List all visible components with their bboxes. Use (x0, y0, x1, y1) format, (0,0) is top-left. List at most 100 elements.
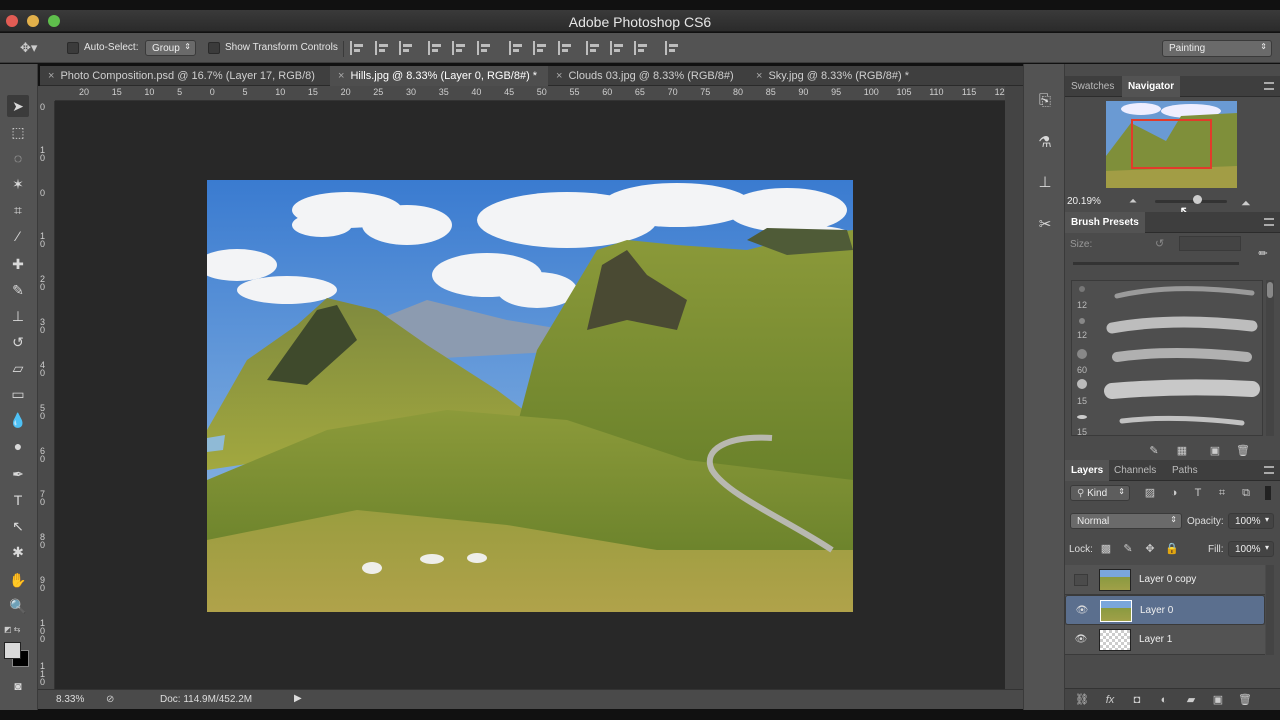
brush-settings-icon[interactable]: ✏ (1255, 246, 1271, 262)
blur-tool-icon[interactable]: 💧 (7, 409, 29, 431)
filter-smart-object-icon[interactable]: ⧉ (1239, 486, 1253, 500)
tab-layers[interactable]: Layers (1065, 460, 1110, 481)
ruler-origin[interactable] (38, 86, 55, 101)
auto-select-checkbox[interactable] (67, 42, 79, 54)
tab-brush-presets[interactable]: Brush Presets (1065, 212, 1145, 233)
filter-type-icon[interactable]: T (1191, 486, 1205, 500)
eye-icon[interactable]: 👁 (1074, 634, 1088, 646)
hand-tool-icon[interactable]: ✋ (7, 569, 29, 591)
vertical-ruler[interactable]: 0 10 0 10 20 30 40 50 60 70 80 90 100 110 (38, 101, 55, 689)
close-tab-icon[interactable]: × (756, 70, 762, 82)
brush-list-scrollbar[interactable] (1266, 280, 1274, 436)
delete-layer-icon[interactable]: 🗑 (1238, 693, 1252, 707)
share-icon[interactable]: ⊘ (106, 694, 114, 705)
layer-row-layer-0-copy[interactable]: Layer 0 copy (1065, 565, 1265, 595)
tab-navigator[interactable]: Navigator (1122, 76, 1181, 97)
align-distribute-icon[interactable] (664, 41, 680, 55)
tab-paths[interactable]: Paths (1166, 460, 1204, 481)
tab-clouds[interactable]: × Clouds 03.jpg @ 8.33% (RGB/8#) (548, 66, 748, 86)
tab-hills[interactable]: × Hills.jpg @ 8.33% (Layer 0, RGB/8#) * (330, 66, 548, 86)
zoom-tool-icon[interactable]: 🔍 (7, 595, 29, 617)
align-distribute-icon[interactable] (585, 41, 601, 55)
lock-all-icon[interactable]: 🔒 (1165, 542, 1179, 556)
history-brush-tool-icon[interactable]: ↺ (7, 331, 29, 353)
align-distribute-icon[interactable] (476, 41, 492, 55)
lock-image-icon[interactable]: ✎ (1121, 542, 1135, 556)
delete-brush-icon[interactable]: 🗑 (1236, 444, 1250, 458)
default-colors-icon[interactable]: ◩ ⇆ (4, 625, 20, 634)
canvas-scrollbar[interactable] (1005, 86, 1023, 689)
align-distribute-icon[interactable] (609, 41, 625, 55)
filter-shape-icon[interactable]: ⌗ (1215, 486, 1229, 500)
layer-filter-dropdown[interactable]: ⚲ Kind ⇕ (1070, 485, 1130, 501)
close-tab-icon[interactable]: × (556, 70, 562, 82)
workspace-dropdown[interactable]: Painting ⇕ (1162, 40, 1272, 57)
magic-wand-tool-icon[interactable]: ✶ (7, 173, 29, 195)
filter-adjustment-icon[interactable]: ◑ (1167, 486, 1181, 500)
link-layers-icon[interactable]: ⛓ (1075, 693, 1089, 707)
brush-tool-icon[interactable]: ✎ (7, 279, 29, 301)
type-tool-icon[interactable]: T (7, 489, 29, 511)
layers-scrollbar[interactable] (1266, 565, 1274, 655)
filter-toggle[interactable] (1265, 486, 1271, 500)
align-distribute-icon[interactable] (427, 41, 443, 55)
pen-tool-icon[interactable]: ✒ (7, 463, 29, 485)
scroll-thumb[interactable] (1267, 282, 1273, 298)
eraser-tool-icon[interactable]: ▱ (7, 357, 29, 379)
zoom-out-icon[interactable]: ⏶ (1129, 196, 1137, 207)
lasso-tool-icon[interactable]: ◌ (7, 147, 29, 169)
brush-size-field[interactable] (1179, 236, 1241, 251)
move-tool-icon[interactable]: ➤ (7, 95, 29, 117)
auto-select-dropdown[interactable]: Group ⇕ (145, 40, 196, 56)
brush-panel-icon[interactable]: ⚗ (1034, 132, 1056, 154)
status-menu-arrow-icon[interactable]: ▶ (294, 693, 302, 704)
reset-size-icon[interactable]: ↺ (1155, 237, 1164, 250)
quick-mask-icon[interactable]: ◙ (7, 675, 29, 697)
filter-pixel-icon[interactable]: ▨ (1143, 486, 1157, 500)
move-tool-icon[interactable]: ✥▾ (20, 40, 37, 56)
history-panel-icon[interactable]: ⎘ (1034, 90, 1056, 112)
path-selection-tool-icon[interactable]: ↖ (7, 515, 29, 537)
canvas-area[interactable] (55, 101, 1005, 689)
align-distribute-icon[interactable] (374, 41, 390, 55)
layer-row-layer-1[interactable]: 👁 Layer 1 (1065, 625, 1265, 655)
lock-position-icon[interactable]: ✥ (1143, 542, 1157, 556)
toggle-brush-panel-icon[interactable]: ✎ (1147, 444, 1161, 458)
align-distribute-icon[interactable] (508, 41, 524, 55)
crop-tool-icon[interactable]: ⌗ (7, 199, 29, 221)
align-distribute-icon[interactable] (451, 41, 467, 55)
visibility-toggle[interactable] (1074, 574, 1088, 586)
tab-sky[interactable]: × Sky.jpg @ 8.33% (RGB/8#) * (748, 66, 913, 86)
close-tab-icon[interactable]: × (48, 70, 54, 82)
blend-mode-dropdown[interactable]: Normal ⇕ (1070, 513, 1182, 529)
brush-grid-icon[interactable]: ▦ (1175, 444, 1189, 458)
tab-swatches[interactable]: Swatches (1065, 76, 1120, 97)
add-mask-icon[interactable]: ◘ (1130, 693, 1144, 707)
horizontal-ruler[interactable]: 20 15 10 5 0 5 10 15 20 25 30 35 40 45 50 55 60 65 70 75 80 8… (55, 86, 1005, 101)
marquee-tool-icon[interactable]: ⬚ (7, 121, 29, 143)
clone-stamp-tool-icon[interactable]: ⊥ (7, 305, 29, 327)
panel-menu-icon[interactable] (1264, 466, 1274, 474)
lock-transparent-icon[interactable]: ▩ (1099, 542, 1113, 556)
status-zoom[interactable]: 8.33% (56, 694, 84, 705)
tool-presets-icon[interactable]: ✂ (1034, 214, 1056, 236)
zoom-in-icon[interactable]: ⏶ (1241, 196, 1251, 211)
align-distribute-icon[interactable] (532, 41, 548, 55)
panel-menu-icon[interactable] (1264, 82, 1274, 90)
align-distribute-icon[interactable] (557, 41, 573, 55)
tab-channels[interactable]: Channels (1108, 460, 1162, 481)
align-distribute-icon[interactable] (398, 41, 414, 55)
panel-menu-icon[interactable] (1264, 218, 1274, 226)
fill-field[interactable]: 100% ▾ (1228, 541, 1274, 557)
opacity-field[interactable]: 100% ▾ (1228, 513, 1274, 529)
show-transform-checkbox[interactable] (208, 42, 220, 54)
new-brush-icon[interactable]: ▣ (1208, 444, 1222, 458)
align-distribute-icon[interactable] (633, 41, 649, 55)
clone-source-icon[interactable]: ⊥ (1034, 172, 1056, 194)
navigator-thumbnail[interactable] (1106, 101, 1237, 188)
new-group-icon[interactable]: ▰ (1184, 693, 1198, 707)
healing-brush-tool-icon[interactable]: ✚ (7, 253, 29, 275)
foreground-color-swatch[interactable] (4, 642, 21, 659)
eye-icon[interactable]: 👁 (1075, 605, 1089, 617)
close-tab-icon[interactable]: × (338, 70, 344, 82)
